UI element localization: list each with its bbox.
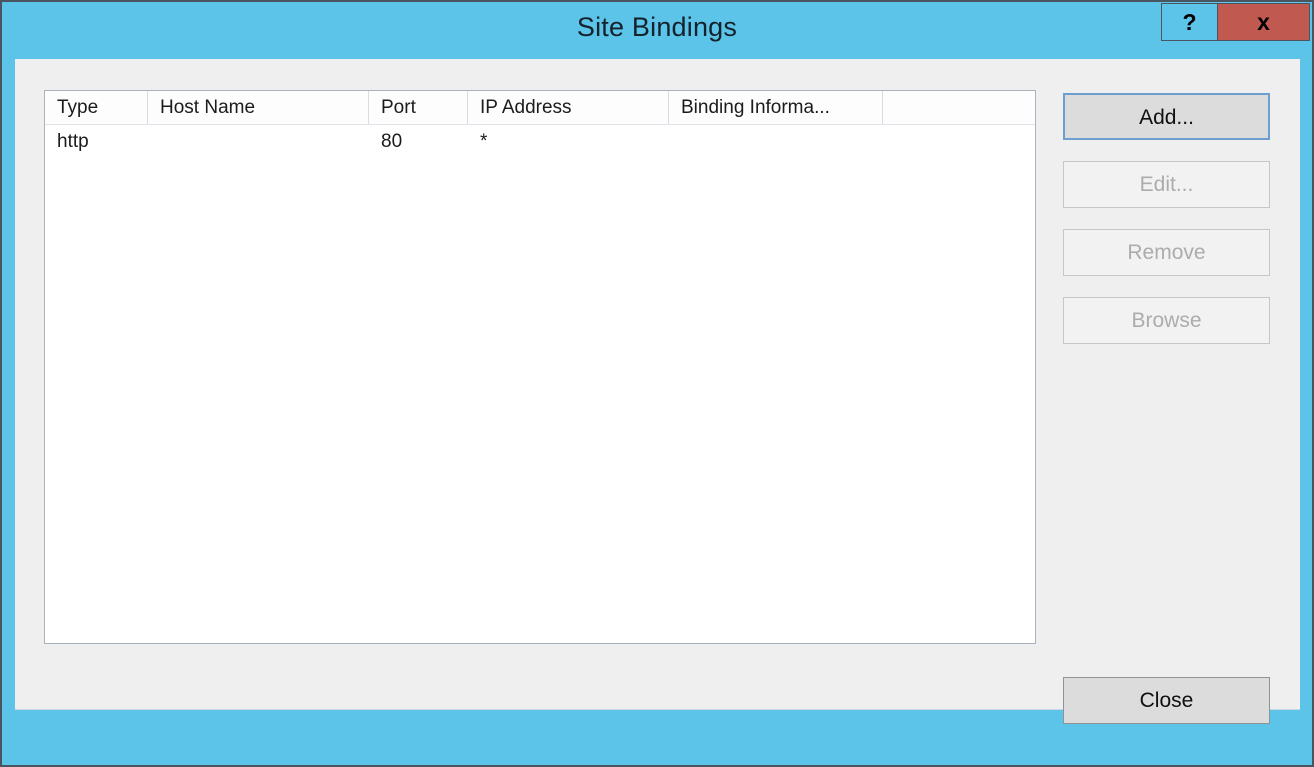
column-header-host-name[interactable]: Host Name <box>148 91 369 124</box>
close-window-icon-button[interactable]: x <box>1217 3 1310 41</box>
site-bindings-dialog: Site Bindings ? x Type Host Name Port IP Ad… <box>0 0 1314 767</box>
titlebar-button-group: ? x <box>1161 3 1310 41</box>
column-header-empty[interactable] <box>883 91 1035 124</box>
column-header-type[interactable]: Type <box>45 91 148 124</box>
dialog-body: Type Host Name Port IP Address Binding Infor… <box>15 59 1300 724</box>
edit-button: Edit... <box>1063 161 1270 208</box>
cell-ip-address: * <box>480 131 488 152</box>
remove-button: Remove <box>1063 229 1270 276</box>
column-header-ip-address[interactable]: IP Address <box>468 91 669 124</box>
browse-button: Browse <box>1063 297 1270 344</box>
add-button[interactable]: Add... <box>1063 93 1270 140</box>
page-title: Site Bindings <box>576 12 738 42</box>
column-header-binding-informa[interactable]: Binding Informa... <box>669 91 883 124</box>
table-row[interactable]: http 80 * <box>45 125 1035 159</box>
cell-type: http <box>57 131 89 152</box>
bindings-list[interactable]: Type Host Name Port IP Address Binding Infor… <box>44 90 1036 644</box>
title-bar: Site Bindings ? x <box>2 2 1312 59</box>
list-rows: http 80 * <box>45 125 1035 159</box>
cell-port: 80 <box>381 131 403 152</box>
side-button-group: Add... Edit... Remove Browse <box>1063 93 1270 365</box>
help-icon-button[interactable]: ? <box>1161 3 1217 41</box>
column-header-port[interactable]: Port <box>369 91 468 124</box>
list-header-row: Type Host Name Port IP Address Binding Infor… <box>45 91 1035 125</box>
close-button[interactable]: Close <box>1063 677 1270 724</box>
